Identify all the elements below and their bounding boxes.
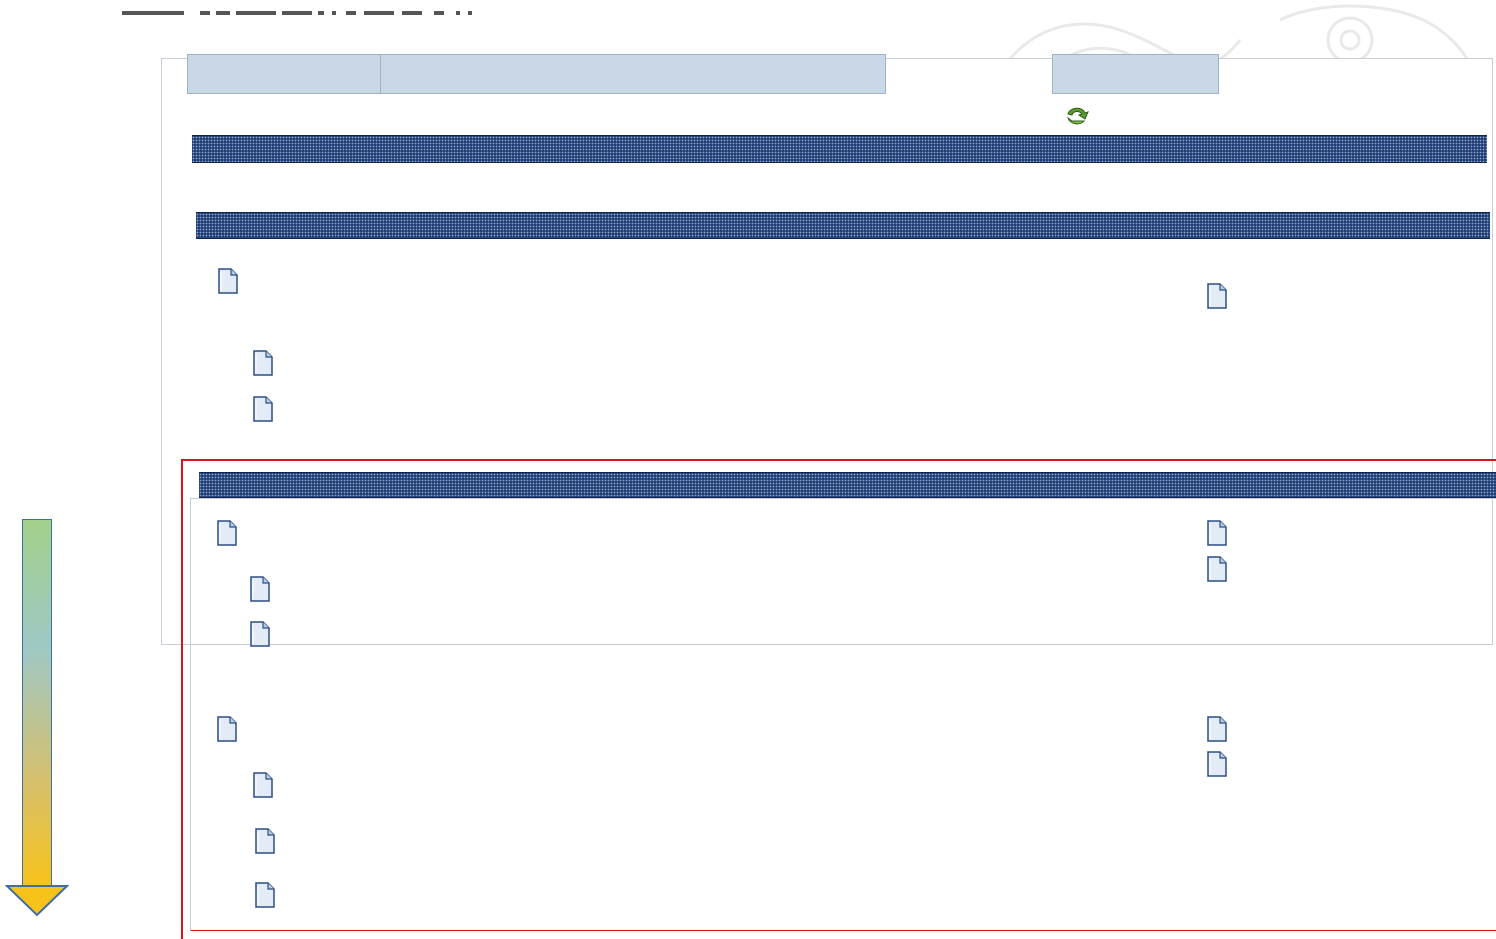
document-icon[interactable] — [216, 716, 238, 742]
document-icon[interactable] — [254, 882, 276, 908]
document-icon[interactable] — [1206, 283, 1228, 309]
document-icon[interactable] — [216, 520, 238, 546]
document-icon[interactable] — [252, 350, 274, 376]
tab-3[interactable] — [1052, 54, 1219, 94]
document-icon[interactable] — [1206, 751, 1228, 777]
refresh-arrow-icon[interactable] — [1064, 104, 1090, 128]
document-icon[interactable] — [254, 828, 276, 854]
document-icon[interactable] — [1206, 520, 1228, 546]
section-bar-2 — [196, 212, 1490, 239]
arrow-down-head — [5, 885, 69, 917]
document-icon[interactable] — [1206, 556, 1228, 582]
section-bar-3 — [199, 472, 1496, 498]
header-caption-text — [122, 11, 472, 15]
document-icon[interactable] — [249, 621, 271, 647]
tab-2[interactable] — [380, 54, 886, 94]
arrow-down-icon — [22, 519, 52, 887]
tab-1[interactable] — [187, 54, 381, 94]
document-icon[interactable] — [252, 772, 274, 798]
document-icon[interactable] — [1206, 716, 1228, 742]
section-bar-1 — [192, 135, 1487, 163]
document-icon[interactable] — [217, 268, 239, 294]
document-icon[interactable] — [249, 576, 271, 602]
document-icon[interactable] — [252, 396, 274, 422]
